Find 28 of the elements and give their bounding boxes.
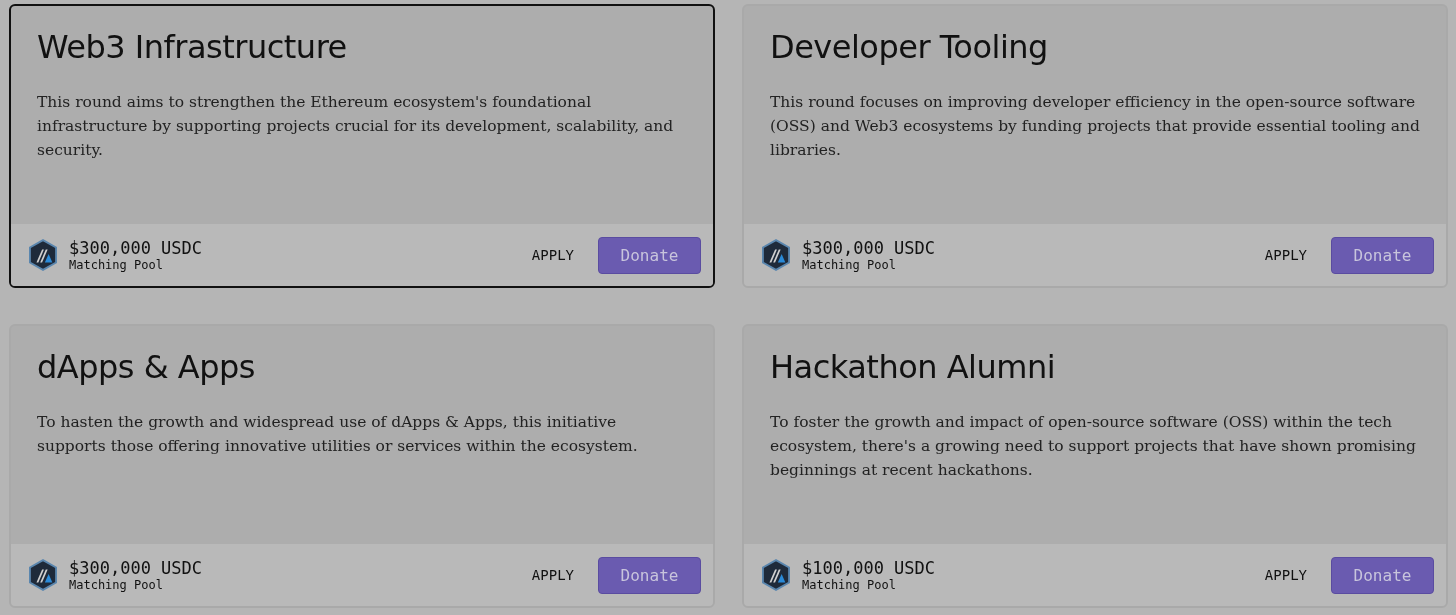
round-title: Hackathon Alumni [770,348,1057,386]
round-card[interactable] [9,4,715,288]
pool-amount: $300,000 USDC [802,238,937,258]
hexagon-logo-icon [762,239,790,271]
pool-amount: $300,000 USDC [69,558,204,578]
round-description: To foster the growth and impact of open-source software (OSS) within the tech ecosystem, there's a growing need to support projects that have shown promising beginnings at recent hackathons. [770,412,1417,481]
round-title: dApps & Apps [37,348,256,386]
pool-label: Matching Pool [69,258,164,272]
apply-button[interactable]: APPLY [525,563,580,587]
round-card[interactable] [742,4,1448,288]
pool-amount: $300,000 USDC [69,238,204,258]
hexagon-logo-icon [29,239,57,271]
apply-button[interactable]: APPLY [1258,243,1313,267]
pool-label: Matching Pool [69,578,164,592]
hexagon-logo-icon [29,559,57,591]
round-card[interactable] [9,324,715,608]
apply-button[interactable]: APPLY [525,243,580,267]
pool-label: Matching Pool [802,578,897,592]
hexagon-logo-icon [762,559,790,591]
round-title: Web3 Infrastructure [37,28,348,66]
pool-amount: $100,000 USDC [802,558,937,578]
pool-label: Matching Pool [802,258,897,272]
apply-button[interactable]: APPLY [1258,563,1313,587]
round-description: To hasten the growth and widespread use of dApps & Apps, this initiative supports those offering innovative utilities or services within the ecosystem. [37,412,639,457]
round-description: This round aims to strengthen the Ethereum ecosystem's foundational infrastructure by supporting projects crucial for its development, scalability, and security. [37,92,675,161]
round-title: Developer Tooling [770,28,1049,66]
round-description: This round focuses on improving developer efficiency in the open-source software (OSS) and Web3 ecosystems by funding projects that provide essential tooling and libraries. [770,92,1420,161]
round-card[interactable] [742,324,1448,608]
